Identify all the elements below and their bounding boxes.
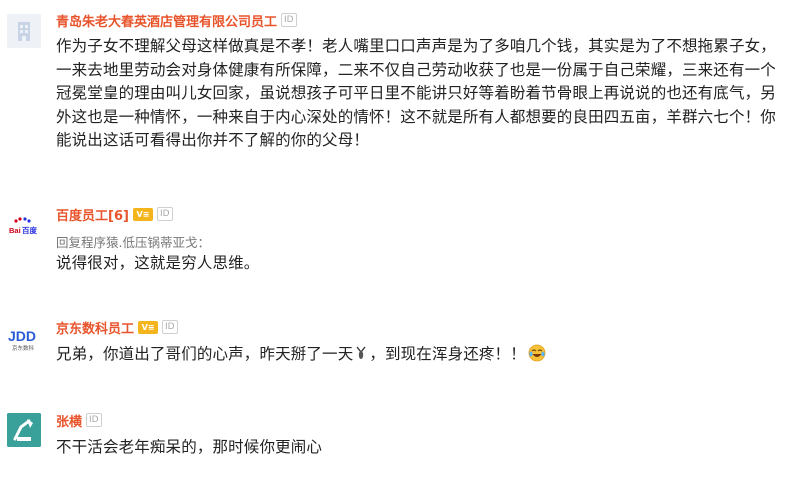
verified-badge: V≡ <box>138 320 159 334</box>
laugh-cry-emoji-icon <box>528 344 546 362</box>
verified-badge: V≡ <box>132 207 153 221</box>
author-name[interactable]: 青岛朱老大春英酒店管理有限公司员工 <box>56 11 277 30</box>
id-badge[interactable]: ID <box>162 320 178 334</box>
jdd-logo-icon: JDD 京东数科 <box>7 322 41 352</box>
author-row: 百度员工[6] V≡ ID <box>56 205 173 224</box>
author-row: 青岛朱老大春英酒店管理有限公司员工 ID <box>56 11 297 30</box>
avatar[interactable]: Bai 百度 <box>7 212 41 240</box>
comment-text: 说得很对，这就是穷人思维。 <box>56 254 260 272</box>
reply-to-label[interactable]: 回复程序猿.低压锅蒂亚戈： <box>56 232 210 251</box>
avatar[interactable] <box>7 14 41 48</box>
author-name[interactable]: 张横 <box>56 411 82 430</box>
id-badge[interactable]: ID <box>156 207 173 221</box>
svg-text:Bai: Bai <box>9 226 21 235</box>
comment-text: 作为子女不理解父母这样做真是不孝！老人嘴里口口声声是为了多咱几个钱，其实是为了不… <box>56 37 776 149</box>
author-row: 张横 ID <box>56 411 102 430</box>
building-icon <box>7 14 41 48</box>
comment-text: 不干活会老年痴呆的，那时候你更闹心 <box>56 438 323 456</box>
svg-text:京东数科: 京东数科 <box>12 344 35 352</box>
author-name[interactable]: 百度员工[6] <box>56 205 129 224</box>
comment-text-part: ，到现在浑身还疼！！ <box>369 345 526 363</box>
author-row: 京东数科员工 V≡ ID <box>56 318 178 337</box>
avatar[interactable] <box>7 413 41 447</box>
excavator-icon <box>7 413 41 447</box>
author-name[interactable]: 京东数科员工 <box>56 318 134 337</box>
baidu-logo-icon: Bai 百度 <box>7 212 41 240</box>
corn-emoji-icon <box>356 346 366 359</box>
id-badge[interactable]: ID <box>281 13 297 27</box>
svg-text:JDD: JDD <box>8 328 36 344</box>
comment-text-part: 兄弟，你道出了哥们的心声，昨天掰了一天 <box>56 345 354 363</box>
svg-text:百度: 百度 <box>22 225 37 235</box>
comment-text: 兄弟，你道出了哥们的心声，昨天掰了一天 ，到现在浑身还疼！！ <box>56 343 778 367</box>
avatar[interactable]: JDD 京东数科 <box>7 322 41 352</box>
id-badge[interactable]: ID <box>86 413 102 427</box>
